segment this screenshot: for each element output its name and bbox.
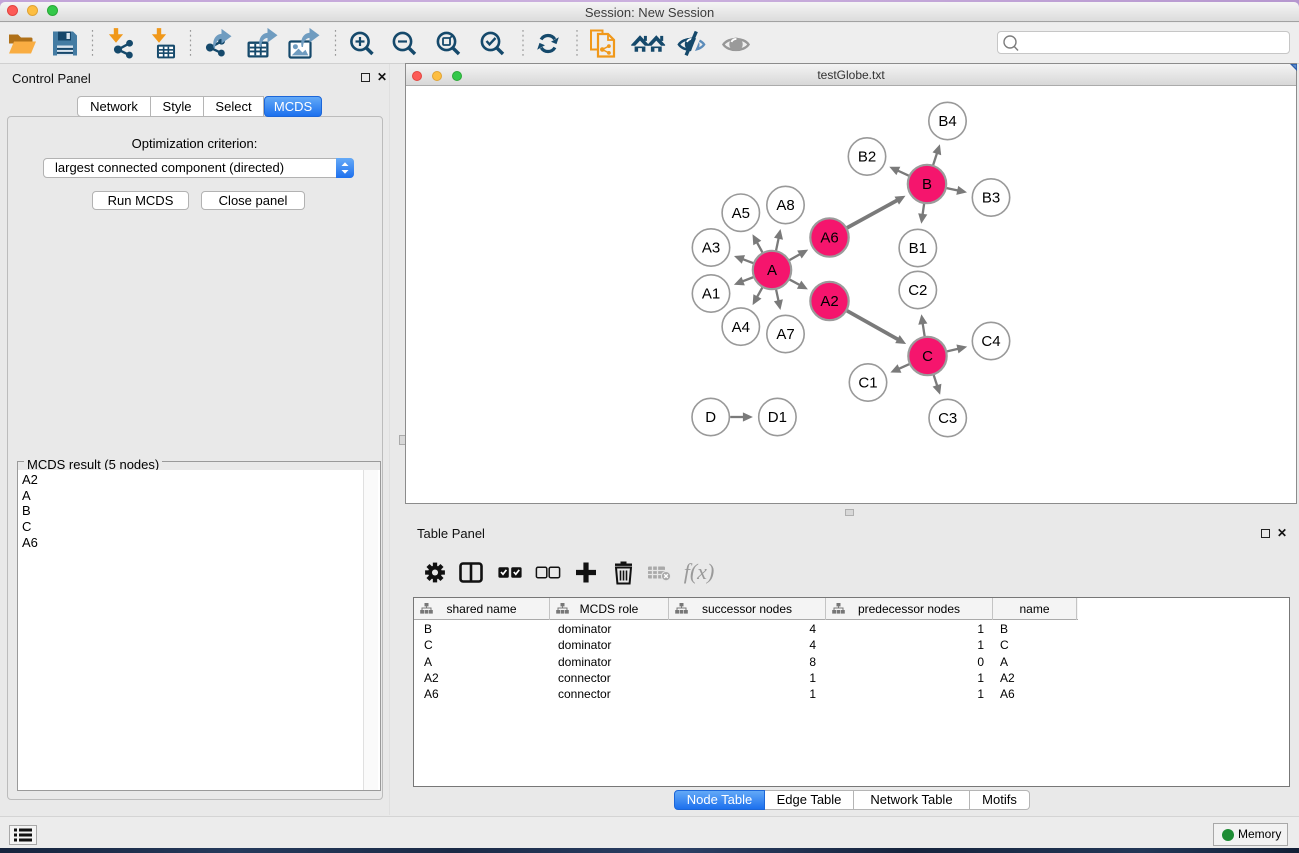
svg-text:C1: C1 (858, 375, 877, 392)
svg-text:f(x): f(x) (684, 559, 715, 584)
svg-text:B2: B2 (858, 149, 876, 166)
svg-text:C: C (922, 348, 933, 365)
svg-text:A: A (767, 262, 777, 279)
svg-text:C4: C4 (981, 333, 1000, 350)
svg-text:B3: B3 (982, 190, 1000, 207)
svg-text:B4: B4 (938, 113, 956, 130)
svg-text:B1: B1 (909, 240, 927, 257)
svg-text:B: B (922, 176, 932, 193)
svg-text:D1: D1 (768, 409, 787, 426)
svg-text:A6: A6 (820, 230, 838, 247)
svg-text:A3: A3 (702, 240, 720, 257)
svg-text:C3: C3 (938, 410, 957, 427)
svg-text:D: D (705, 409, 716, 426)
svg-text:A5: A5 (732, 205, 750, 222)
svg-text:A1: A1 (702, 286, 720, 303)
svg-text:C2: C2 (908, 282, 927, 299)
svg-text:A2: A2 (820, 293, 838, 310)
svg-text:A4: A4 (732, 319, 750, 336)
svg-text:A8: A8 (776, 197, 794, 214)
svg-text:A7: A7 (776, 326, 794, 343)
